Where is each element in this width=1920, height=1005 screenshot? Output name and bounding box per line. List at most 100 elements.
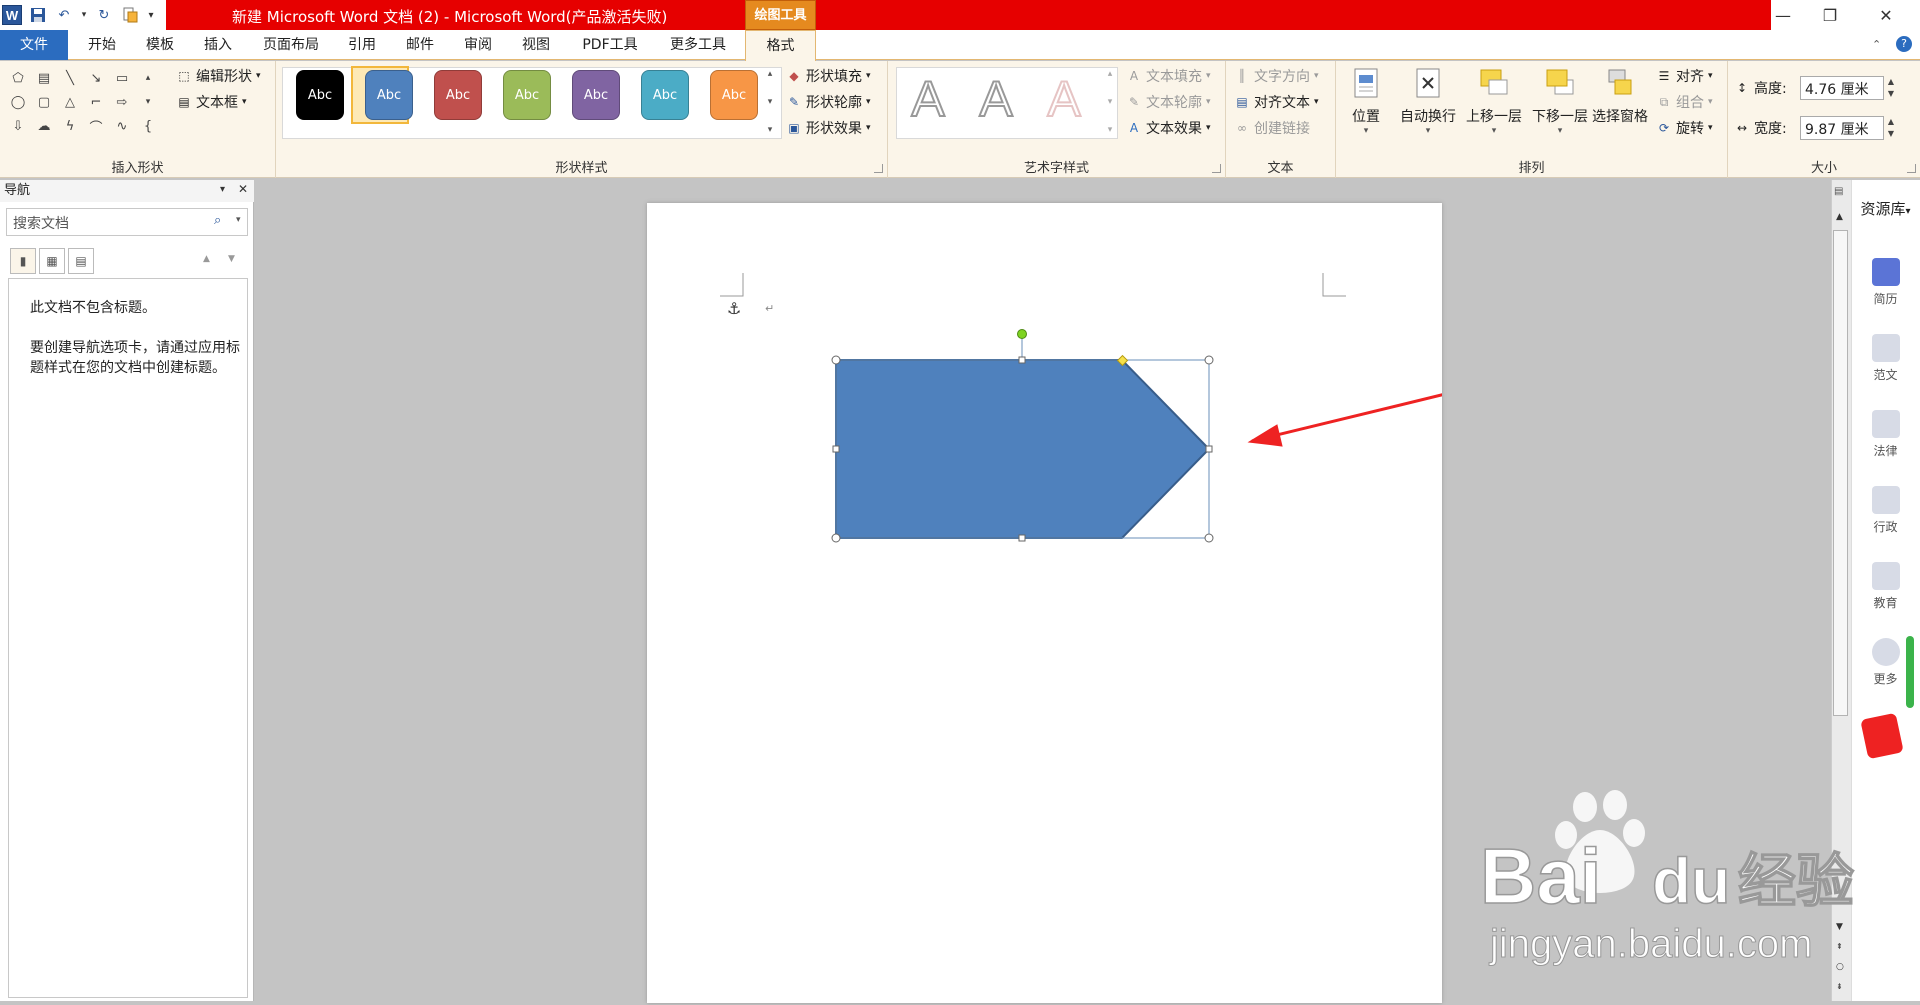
- brace-shape-icon[interactable]: {: [138, 116, 158, 136]
- search-options-icon[interactable]: ▾: [236, 215, 241, 225]
- nav-prev-icon[interactable]: ▲: [203, 254, 210, 264]
- tab-references[interactable]: 引用: [340, 30, 384, 60]
- shape-style-swatch[interactable]: Abc: [503, 70, 551, 120]
- rounded-rect-shape-icon[interactable]: ▢: [34, 92, 54, 112]
- gallery-more-icon[interactable]: ▾: [1108, 125, 1113, 135]
- resize-handle-b[interactable]: [1018, 534, 1026, 542]
- gallery-scroll-icon[interactable]: ▴: [138, 68, 158, 88]
- shape-gallery[interactable]: ⬠ ▤ ╲ ↘ ▭ ▴ ◯ ▢ △ ⌐ ⇨ ▾ ⇩ ☁ ϟ ⌒ ∿ {: [8, 68, 158, 136]
- resource-library-header[interactable]: 资源库▾: [1851, 198, 1920, 219]
- textbox-shape-icon[interactable]: ▤: [34, 68, 54, 88]
- tab-insert[interactable]: 插入: [196, 30, 240, 60]
- style-gallery-scroll[interactable]: ▴ ▾ ▾: [763, 69, 777, 135]
- ruler-toggle-icon[interactable]: ▤: [1834, 186, 1843, 197]
- width-input[interactable]: 9.87 厘米: [1800, 116, 1884, 140]
- tab-review[interactable]: 审阅: [456, 30, 500, 60]
- scroll-down-icon[interactable]: ▾: [1108, 97, 1113, 107]
- text-direction-button[interactable]: ║ 文字方向 ▾: [1234, 64, 1318, 88]
- gallery-more-icon[interactable]: ▾: [138, 92, 158, 112]
- nav-tab-pages[interactable]: ▦: [39, 248, 65, 274]
- edit-shape-button[interactable]: ⬚ 编辑形状 ▾: [176, 64, 260, 88]
- send-backward-button[interactable]: 下移一层 ▾: [1524, 66, 1596, 136]
- wordart-gallery-scroll[interactable]: ▴ ▾ ▾: [1104, 69, 1116, 135]
- customize-qat-icon[interactable]: ▾: [146, 5, 156, 25]
- gallery-more-icon[interactable]: ▾: [768, 125, 773, 135]
- resize-handle-l[interactable]: [832, 445, 840, 453]
- print-preview-icon[interactable]: [120, 5, 140, 25]
- text-outline-button[interactable]: ✎ 文本轮廓 ▾: [1126, 90, 1211, 114]
- undo-icon[interactable]: ↶: [54, 5, 74, 25]
- scroll-thumb[interactable]: [1833, 230, 1848, 716]
- shape-style-swatch[interactable]: Abc: [365, 70, 413, 120]
- sidebar-item-resume[interactable]: 简历: [1851, 258, 1920, 307]
- resize-handle-tl[interactable]: [831, 355, 841, 365]
- shape-fill-button[interactable]: ◆ 形状填充 ▾: [786, 64, 870, 88]
- triangle-shape-icon[interactable]: △: [60, 92, 80, 112]
- create-link-button[interactable]: ∞ 创建链接: [1234, 116, 1310, 140]
- resize-handle-tr[interactable]: [1204, 355, 1214, 365]
- dialog-launcher-icon[interactable]: [874, 164, 883, 173]
- align-button[interactable]: ☰ 对齐 ▾: [1656, 64, 1713, 88]
- resize-handle-br[interactable]: [1204, 533, 1214, 543]
- shape-style-swatch[interactable]: Abc: [641, 70, 689, 120]
- dropdown-icon[interactable]: ▾: [80, 5, 88, 25]
- rotate-button[interactable]: ⟳ 旋转 ▾: [1656, 116, 1713, 140]
- dialog-launcher-icon[interactable]: [1907, 164, 1916, 173]
- down-arrow-shape-icon[interactable]: ⇩: [8, 116, 28, 136]
- group-objects-button[interactable]: ⧉ 组合 ▾: [1656, 90, 1713, 114]
- scroll-down-icon[interactable]: ▾: [768, 97, 773, 107]
- wordart-style-1[interactable]: A: [898, 68, 958, 130]
- resize-handle-bl[interactable]: [831, 533, 841, 543]
- redo-icon[interactable]: ↻: [94, 5, 114, 25]
- tab-view[interactable]: 视图: [514, 30, 558, 60]
- collapse-ribbon-icon[interactable]: ⌃: [1872, 38, 1881, 51]
- resize-handle-r[interactable]: [1205, 445, 1213, 453]
- text-effects-button[interactable]: A 文本效果 ▾: [1126, 116, 1211, 140]
- cloud-shape-icon[interactable]: ☁: [34, 116, 54, 136]
- tab-format[interactable]: 格式: [745, 30, 816, 62]
- rotation-handle[interactable]: [1017, 329, 1027, 339]
- sidebar-item-education[interactable]: 教育: [1851, 562, 1920, 611]
- height-input[interactable]: 4.76 厘米: [1800, 76, 1884, 100]
- shape-style-swatch[interactable]: Abc: [434, 70, 482, 120]
- tab-home[interactable]: 开始: [80, 30, 124, 60]
- nav-pane-menu-icon[interactable]: ▾: [220, 184, 225, 195]
- tab-more-tools[interactable]: 更多工具: [660, 30, 736, 60]
- save-icon[interactable]: [28, 5, 48, 25]
- nav-tab-results[interactable]: ▤: [68, 248, 94, 274]
- resize-handle-t[interactable]: [1018, 356, 1026, 364]
- scroll-up-icon[interactable]: ▴: [768, 69, 773, 79]
- line-shape-icon[interactable]: ╲: [60, 68, 80, 88]
- shape-style-swatch[interactable]: Abc: [296, 70, 344, 120]
- text-box-button[interactable]: ▤ 文本框 ▾: [176, 90, 246, 114]
- oval-shape-icon[interactable]: ◯: [8, 92, 28, 112]
- text-fill-button[interactable]: A 文本填充 ▾: [1126, 64, 1211, 88]
- sidebar-item-law[interactable]: 法律: [1851, 410, 1920, 459]
- search-icon[interactable]: ⌕: [214, 213, 221, 228]
- wordart-style-3[interactable]: A: [1034, 68, 1094, 130]
- sidebar-item-templates[interactable]: 范文: [1851, 334, 1920, 383]
- lightning-shape-icon[interactable]: ϟ: [60, 116, 80, 136]
- tab-mailings[interactable]: 邮件: [398, 30, 442, 60]
- minimize-button[interactable]: —: [1763, 2, 1803, 28]
- tab-page-layout[interactable]: 页面布局: [254, 30, 328, 60]
- curve-shape-icon[interactable]: ∿: [112, 116, 132, 136]
- selection-pane-button[interactable]: 选择窗格: [1588, 66, 1652, 126]
- nav-next-icon[interactable]: ▼: [228, 254, 235, 264]
- shape-outline-button[interactable]: ✎ 形状轮廓 ▾: [786, 90, 871, 114]
- sidebar-scroll-indicator[interactable]: [1906, 636, 1914, 708]
- wordart-style-2[interactable]: A: [966, 68, 1026, 130]
- shape-style-swatch[interactable]: Abc: [572, 70, 620, 120]
- arrow-line-shape-icon[interactable]: ↘: [86, 68, 106, 88]
- height-spinner[interactable]: ▲ ▼: [1884, 76, 1898, 100]
- scroll-up-icon[interactable]: ▴: [1108, 69, 1113, 79]
- arc-shape-icon[interactable]: ⌒: [86, 116, 106, 136]
- scroll-up-arrow-icon[interactable]: ▲: [1836, 212, 1843, 222]
- bring-forward-button[interactable]: 上移一层 ▾: [1458, 66, 1530, 136]
- right-arrow-shape-icon[interactable]: ⇨: [112, 92, 132, 112]
- pentagon-shape-icon[interactable]: ⬠: [8, 68, 28, 88]
- tab-file[interactable]: 文件: [0, 30, 68, 60]
- position-button[interactable]: 位置 ▾: [1336, 66, 1396, 136]
- tab-pdf-tools[interactable]: PDF工具: [570, 30, 650, 60]
- elbow-connector-icon[interactable]: ⌐: [86, 92, 106, 112]
